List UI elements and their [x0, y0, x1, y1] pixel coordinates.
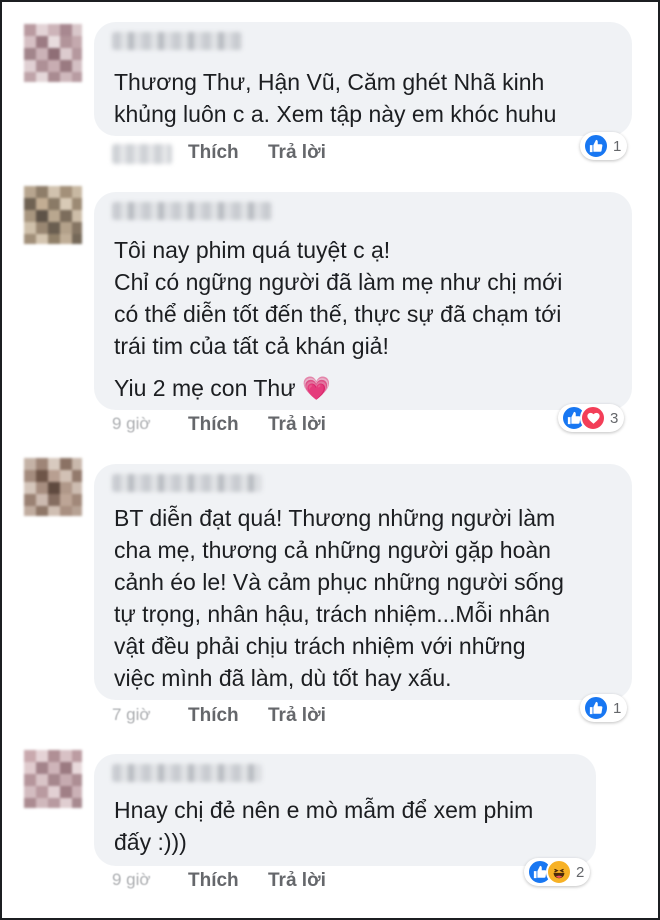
like-link[interactable]: Thích: [188, 870, 239, 892]
comment-thread: Thương Thư, Hận Vũ, Căm ghét Nhã kinh kh…: [0, 0, 660, 920]
timestamp[interactable]: [112, 144, 172, 164]
timestamp[interactable]: 9 giờ: [112, 870, 151, 890]
thumbs-up-icon: [583, 133, 609, 159]
comment-text-line: trái tim của tất cả khán giả!: [114, 333, 389, 359]
avatar[interactable]: [24, 24, 82, 82]
reaction-summary[interactable]: 1: [580, 132, 628, 160]
reaction-summary[interactable]: 1: [580, 694, 628, 722]
like-link[interactable]: Thích: [188, 142, 239, 164]
heart-icon: [580, 405, 606, 431]
comment-bubble: Thương Thư, Hận Vũ, Căm ghét Nhã kinh kh…: [94, 22, 632, 136]
reaction-count: 1: [613, 699, 622, 717]
comment-text-line: cảnh éo le! Và cảm phục những người sống: [114, 569, 564, 595]
comment-bubble: BT diễn đạt quá! Thương những người làm …: [94, 464, 632, 700]
reply-link[interactable]: Trả lời: [268, 870, 326, 892]
reaction-count: 1: [613, 137, 622, 155]
thumbs-up-icon: [583, 695, 609, 721]
author-name[interactable]: [112, 202, 272, 220]
comment-text-line: cha mẹ, thương cả những người gặp hoàn: [114, 537, 551, 563]
comment-bubble: Hnay chị đẻ nên e mò mẫm để xem phim đấy…: [94, 754, 596, 866]
reaction-count: 3: [610, 409, 619, 427]
comment-text-line: Yiu 2 mẹ con Thư: [114, 375, 296, 401]
comment-text-line: Chỉ có ngững người đã làm mẹ như chị mới: [114, 269, 563, 295]
avatar[interactable]: [24, 458, 82, 516]
comment-text-line: Thương Thư, Hận Vũ, Căm ghét Nhã kinh: [114, 69, 545, 95]
comment-text-line: việc mình đã làm, dù tốt hay xấu.: [114, 665, 452, 691]
comment-text-line: Hnay chị đẻ nên e mò mẫm để xem phim: [114, 797, 534, 823]
like-link[interactable]: Thích: [188, 705, 239, 727]
reply-link[interactable]: Trả lời: [268, 705, 326, 727]
author-name[interactable]: [112, 32, 242, 50]
heart-emoji-icon: 💗: [302, 376, 331, 402]
like-link[interactable]: Thích: [188, 414, 239, 436]
comment-text-line-extra: Yiu 2 mẹ con Thư 💗: [114, 372, 614, 405]
reaction-summary[interactable]: 2: [524, 858, 591, 886]
author-name[interactable]: [112, 474, 262, 492]
avatar[interactable]: [24, 750, 82, 808]
comment-text-line: BT diễn đạt quá! Thương những người làm: [114, 505, 556, 531]
author-name[interactable]: [112, 764, 262, 782]
timestamp[interactable]: 7 giờ: [112, 705, 151, 725]
timestamp[interactable]: 9 giờ: [112, 414, 151, 434]
reply-link[interactable]: Trả lời: [268, 414, 326, 436]
comment-text-line: Tôi nay phim quá tuyệt c ạ!: [114, 237, 391, 263]
comment-text-line: vật đều phải chịu trách nhiệm với những: [114, 633, 526, 659]
comment-bubble: Tôi nay phim quá tuyệt c ạ! Chỉ có ngững…: [94, 192, 632, 410]
comment-text-line: tự trọng, nhân hậu, trách nhiệm...Mỗi nh…: [114, 601, 551, 627]
avatar[interactable]: [24, 186, 82, 244]
laughing-face-icon: [546, 859, 572, 885]
reply-link[interactable]: Trả lời: [268, 142, 326, 164]
comment-text-line: có thể diễn tốt đến thế, thực sự đã chạm…: [114, 301, 562, 327]
reaction-summary[interactable]: 3: [558, 404, 625, 432]
comment-text-line: đấy :))): [114, 829, 187, 855]
comment-text-line: khủng luôn c a. Xem tập này em khóc huhu: [114, 101, 557, 127]
reaction-count: 2: [576, 863, 585, 881]
